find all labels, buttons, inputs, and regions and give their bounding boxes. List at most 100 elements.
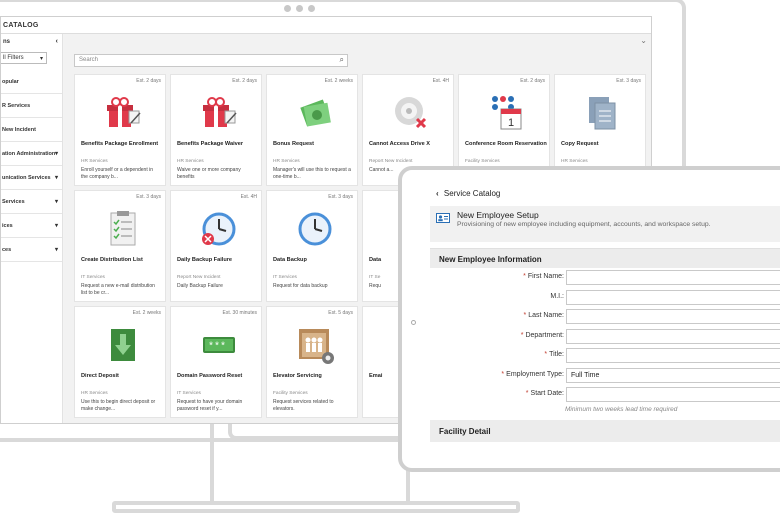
card-description: Waive one or more company benefits bbox=[177, 167, 241, 180]
card-description: Request to have your domain password res… bbox=[177, 399, 243, 412]
text-field[interactable] bbox=[566, 270, 780, 285]
user-card-icon bbox=[436, 213, 450, 223]
card-title: Daily Backup Failure bbox=[177, 257, 233, 263]
sidebar-item-label: New Incident bbox=[2, 127, 36, 133]
select-field[interactable]: Full Time▾ bbox=[566, 367, 780, 383]
section-facility-detail[interactable]: Facility Detail bbox=[430, 419, 780, 442]
required-asterisk: * bbox=[525, 390, 529, 397]
card-category: HR Services bbox=[81, 159, 108, 164]
card-title: Direct Deposit bbox=[81, 373, 119, 379]
catalog-card[interactable]: Est. 5 days Elevator Servicing Facility Se… bbox=[266, 306, 358, 418]
sidebar-item[interactable]: New Incident bbox=[1, 118, 62, 142]
sidebar-item[interactable]: ation Administration ▾ bbox=[1, 142, 62, 166]
section-new-employee-info: New Employee Information bbox=[430, 248, 780, 268]
catalog-card[interactable]: Est. 3 days Create Distribution List IT Se… bbox=[74, 190, 166, 302]
card-description: Enroll yourself or a dependent in the co… bbox=[81, 167, 153, 180]
sidebar-item[interactable]: unication Services ▾ bbox=[1, 166, 62, 190]
sidebar-item-label: ation Administration bbox=[2, 151, 56, 157]
card-category: HR Services bbox=[561, 159, 588, 164]
field-label: * First Name: bbox=[523, 273, 564, 280]
caret-down-icon: ▾ bbox=[54, 199, 58, 205]
form-row: * Start Date: bbox=[430, 385, 780, 405]
sidebar-item[interactable]: Services ▾ bbox=[1, 190, 62, 214]
elevator-gear-icon bbox=[299, 329, 334, 364]
calendar-people-icon: 1 bbox=[492, 96, 522, 130]
back-link[interactable]: Service Catalog bbox=[444, 189, 500, 198]
sidebar-header: ns ‹ bbox=[3, 38, 58, 45]
catalog-card[interactable]: Est. 2 days Benefits Package Waiver HR Ser… bbox=[170, 74, 262, 186]
card-category: IT Services bbox=[177, 391, 201, 396]
monitor-base bbox=[112, 501, 520, 513]
card-title: Bonus Request bbox=[273, 141, 315, 147]
sidebar-item[interactable]: R Services bbox=[1, 94, 62, 118]
search-input[interactable]: Search ⌕ bbox=[74, 54, 348, 67]
card-description: Request a new e-mail distribution list t… bbox=[81, 283, 155, 296]
sidebar-item-label: unication Services bbox=[2, 175, 51, 181]
search-icon[interactable]: ⌕ bbox=[340, 55, 344, 65]
card-category: Report New Incident bbox=[177, 275, 221, 280]
field-label: M.I.: bbox=[550, 292, 564, 300]
form-row: M.I.: bbox=[430, 288, 780, 308]
card-title: Data Backup bbox=[273, 257, 307, 263]
start-date-hint: Minimum two weeks lead time required bbox=[565, 405, 678, 413]
svg-text:***: *** bbox=[208, 341, 226, 353]
select-field[interactable]: ▾ bbox=[566, 328, 780, 344]
estimate-label: Est. 4H bbox=[432, 78, 449, 84]
card-description: Request for data backup bbox=[273, 283, 328, 289]
sidebar-item-label: ces bbox=[2, 247, 12, 253]
catalog-card[interactable]: Est. 4H Daily Backup Failure Report New In… bbox=[170, 190, 262, 302]
text-field[interactable] bbox=[566, 348, 780, 363]
catalog-card[interactable]: Est. 2 weeks Direct Deposit HR Services Use… bbox=[74, 306, 166, 418]
monitor-stand bbox=[210, 424, 410, 506]
card-title: Copy Request bbox=[561, 141, 599, 147]
tablet-nav[interactable]: ‹ Service Catalog bbox=[430, 186, 780, 202]
required-asterisk: * bbox=[523, 273, 526, 280]
card-category: IT Services bbox=[273, 275, 297, 280]
field-label: * Start Date: bbox=[525, 390, 564, 397]
estimate-label: Est. 2 weeks bbox=[132, 310, 161, 316]
estimate-label: Est. 2 weeks bbox=[324, 78, 353, 84]
sidebar-item[interactable]: ces ▾ bbox=[1, 238, 62, 262]
text-field[interactable] bbox=[566, 309, 780, 324]
card-category: Facility Services bbox=[465, 159, 500, 164]
required-asterisk: * bbox=[520, 331, 524, 339]
catalog-card[interactable]: Est. 30 minutes *** Domain Password Reset I… bbox=[170, 306, 262, 418]
copy-document-icon bbox=[589, 97, 616, 130]
text-field[interactable] bbox=[566, 289, 780, 305]
date-field[interactable] bbox=[566, 387, 780, 402]
download-deposit-icon bbox=[111, 329, 135, 361]
card-category: HR Services bbox=[81, 391, 108, 396]
estimate-label: Est. 2 days bbox=[232, 78, 257, 84]
field-label: * Title: bbox=[544, 351, 564, 358]
sidebar-item[interactable]: opular bbox=[1, 70, 62, 94]
card-title: Create Distribution List bbox=[81, 257, 143, 263]
stage: CATALOG ns ‹ ll Filters ▾ opular R Service… bbox=[0, 0, 780, 516]
card-description: Request services related to elevators. bbox=[273, 399, 334, 412]
card-description: Daily Backup Failure bbox=[177, 283, 223, 289]
password-icon: *** bbox=[203, 337, 235, 353]
form-row: * First Name: bbox=[430, 268, 780, 288]
card-category: HR Services bbox=[273, 159, 300, 164]
card-title: Elevator Servicing bbox=[273, 373, 322, 379]
filter-select[interactable]: ll Filters ▾ bbox=[1, 52, 47, 64]
window-dots bbox=[284, 5, 315, 12]
form-description: Provisioning of new employee including e… bbox=[457, 221, 711, 228]
app-title: CATALOG bbox=[1, 17, 651, 34]
backup-error-icon bbox=[202, 212, 236, 246]
sidebar-item[interactable]: ices ▾ bbox=[1, 214, 62, 238]
sidebar: ns ‹ ll Filters ▾ opular R Services New Inc… bbox=[1, 34, 63, 423]
estimate-label: Est. 3 days bbox=[328, 194, 353, 200]
catalog-card[interactable]: Est. 3 days Data Backup IT Services Request… bbox=[266, 190, 358, 302]
disc-error-icon bbox=[395, 97, 427, 129]
back-arrow-icon[interactable]: ‹ bbox=[436, 189, 439, 198]
estimate-label: Est. 2 days bbox=[520, 78, 545, 84]
sidebar-item-label: Services bbox=[2, 199, 25, 205]
svg-text:1: 1 bbox=[508, 117, 514, 129]
chevron-down-icon[interactable]: ⌄ bbox=[640, 36, 647, 45]
catalog-card[interactable]: Est. 2 weeks Bonus Request HR Services Mana… bbox=[266, 74, 358, 186]
checklist-icon bbox=[110, 211, 136, 246]
caret-down-icon: ▾ bbox=[54, 247, 58, 253]
chevron-left-icon[interactable]: ‹ bbox=[56, 38, 58, 45]
catalog-card[interactable]: Est. 2 days Benefits Package Enrollment HR… bbox=[74, 74, 166, 186]
form-row: *Employment Type:Full Time▾ bbox=[430, 366, 780, 386]
